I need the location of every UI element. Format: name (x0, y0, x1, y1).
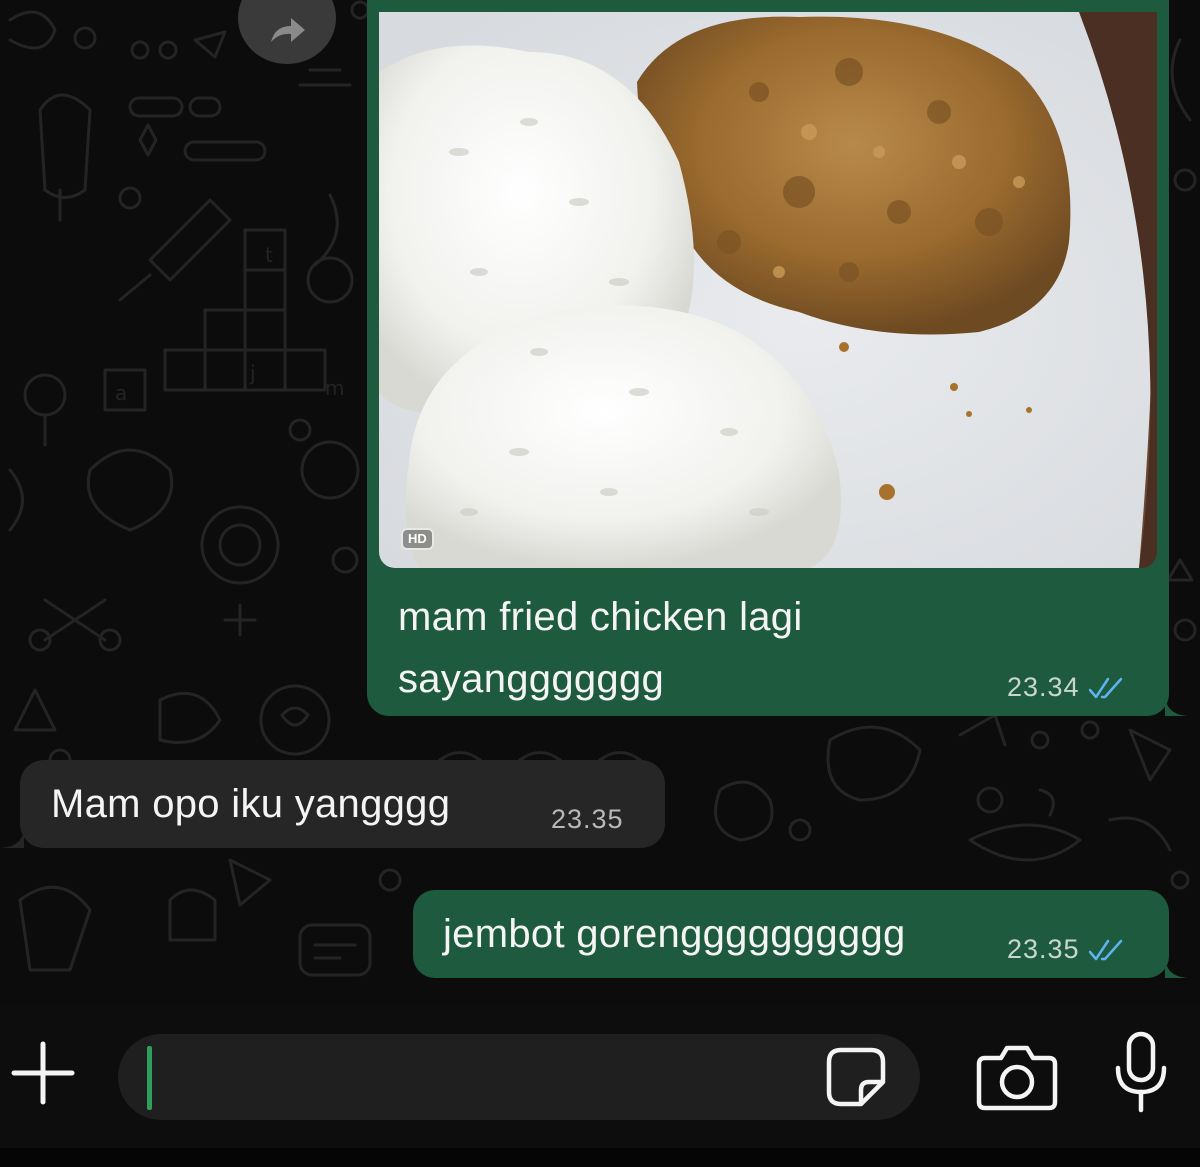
outgoing-image-message[interactable]: HD mam fried chicken lagi sayanggggggg 2… (367, 0, 1187, 716)
chat-area[interactable]: t a j m HD mam fried chicken lagi sayangggg… (0, 0, 1200, 1005)
bubble-tail (1165, 694, 1187, 716)
microphone-button[interactable] (1110, 1030, 1172, 1116)
sticker-button[interactable] (823, 1044, 889, 1110)
bubble-tail (1165, 956, 1187, 978)
attach-button[interactable] (10, 1040, 76, 1106)
message-meta: 23.35 (551, 804, 624, 835)
outgoing-text-message[interactable]: jembot goreng​ggggggggg 23.35 (413, 890, 1187, 978)
message-time: 23.34 (1007, 672, 1080, 702)
incoming-text-message[interactable]: Mam opo iku yangggg 23.35 (2, 760, 665, 848)
caption-line-2: sayanggggggg (398, 657, 665, 701)
food-photo[interactable]: HD (379, 12, 1157, 568)
plus-icon (11, 1041, 75, 1105)
caption-line-1: mam fried chicken lagi (398, 595, 803, 639)
message-time: 23.35 (1007, 934, 1080, 964)
bottom-edge (0, 1148, 1200, 1167)
camera-icon (976, 1045, 1058, 1111)
message-meta: 23.35 (1007, 934, 1126, 965)
bubble-tail (2, 826, 24, 848)
forward-icon (271, 18, 305, 42)
svg-text:a: a (115, 381, 127, 405)
svg-text:j: j (249, 361, 256, 385)
message-meta: 23.34 (1007, 672, 1126, 703)
message-time: 23.35 (551, 804, 624, 834)
double-check-icon (1088, 677, 1122, 698)
microphone-icon (1115, 1031, 1167, 1113)
message-text: jembot goreng​ggggggggg (443, 912, 906, 956)
double-check-icon (1088, 939, 1122, 960)
image-caption: mam fried chicken lagi sayanggggggg (398, 586, 1018, 710)
sticker-icon (826, 1047, 886, 1107)
svg-text:t: t (265, 243, 273, 267)
camera-button[interactable] (975, 1040, 1059, 1112)
fried-chicken-rice-image (379, 12, 1157, 568)
message-input[interactable] (148, 1044, 812, 1112)
message-text: Mam opo iku yangggg (51, 782, 451, 826)
hd-badge: HD (401, 528, 434, 550)
message-input-box[interactable] (118, 1034, 920, 1120)
svg-text:m: m (325, 376, 344, 400)
